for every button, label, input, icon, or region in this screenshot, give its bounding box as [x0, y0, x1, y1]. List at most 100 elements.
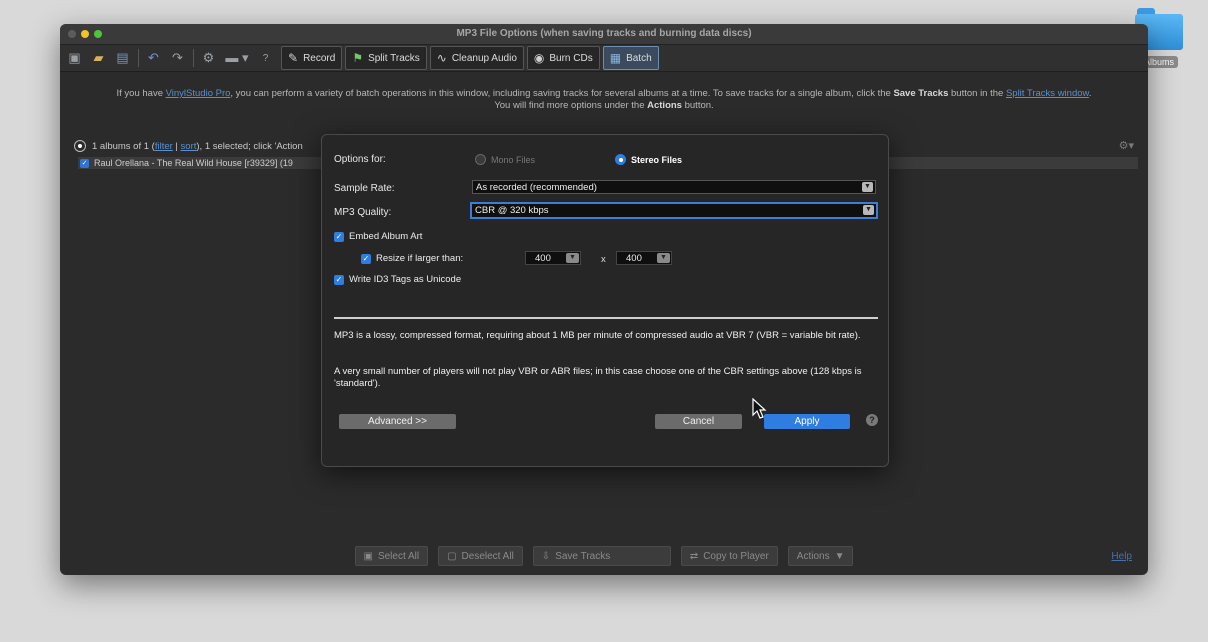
- resize-width-select[interactable]: 400 ▼: [525, 251, 581, 265]
- banner-bold-actions: Actions: [647, 100, 682, 111]
- apply-button[interactable]: Apply: [764, 414, 850, 429]
- stereo-files-label: Stereo Files: [631, 154, 683, 165]
- record-icon: ✎: [288, 51, 299, 65]
- radio-dot: [475, 154, 486, 165]
- banner-text: You will find more options under the: [494, 100, 648, 111]
- split-tracks-icon: ⚑: [352, 51, 364, 65]
- banner-text: , you can perform a variety of batch ope…: [230, 88, 894, 99]
- tab-burn-cds-label: Burn CDs: [549, 52, 593, 64]
- albums-count-text: 1 albums of 1 (: [92, 140, 155, 152]
- undo-icon[interactable]: ↶: [145, 50, 162, 67]
- copy-to-player-button[interactable]: ⇄ Copy to Player: [680, 546, 778, 566]
- resize-width-value: 400: [535, 253, 551, 264]
- albums-sep: |: [172, 140, 181, 152]
- resize-height-select[interactable]: 400 ▼: [616, 251, 672, 265]
- deselect-all-icon: ▢: [447, 550, 457, 562]
- tab-cleanup-audio[interactable]: ∿ Cleanup Audio: [429, 46, 524, 70]
- advanced-button[interactable]: Advanced >>: [339, 414, 456, 429]
- open-icon[interactable]: ▣: [66, 50, 83, 67]
- gear-icon[interactable]: ⚙: [200, 50, 217, 67]
- banner-text: If you have: [116, 88, 166, 99]
- checkmark-icon: ✓: [334, 231, 344, 242]
- albums-header: 1 albums of 1 (filter | sort), 1 selecte…: [74, 140, 303, 152]
- title-bar: MP3 File Options (when saving tracks and…: [60, 24, 1148, 45]
- toolbar: ▣ ▰ ▤ ↶ ↷ ⚙ ▬ ▾ ? ✎ Record ⚑ Split Track…: [60, 45, 1148, 72]
- cd-icon: ◉: [533, 51, 545, 65]
- album-title: Raul Orellana - The Real Wild House [r39…: [94, 158, 293, 168]
- select-all-button[interactable]: ▣ Select All: [354, 546, 429, 566]
- resize-checkbox[interactable]: ✓ Resize if larger than:: [361, 253, 463, 264]
- albums-hint-text: ), 1 selected; click 'Action: [196, 140, 303, 152]
- tab-batch[interactable]: ▦ Batch: [602, 46, 659, 70]
- write-id3-unicode-label: Write ID3 Tags as Unicode: [349, 274, 462, 285]
- radio-dot: [615, 154, 626, 165]
- album-toggle-radio[interactable]: [74, 140, 86, 152]
- banner-bold-save-tracks: Save Tracks: [893, 88, 949, 99]
- info-banner: If you have VinylStudio Pro, you can per…: [60, 88, 1148, 112]
- help-icon[interactable]: ?: [866, 414, 878, 426]
- actions-label: Actions: [796, 550, 830, 562]
- split-tracks-window-link[interactable]: Split Tracks window: [1006, 88, 1089, 99]
- copy-to-player-label: Copy to Player: [703, 550, 769, 562]
- tab-batch-label: Batch: [626, 52, 652, 64]
- redo-icon[interactable]: ↷: [169, 50, 186, 67]
- vinylstudio-pro-link[interactable]: VinylStudio Pro: [166, 88, 231, 99]
- actions-button[interactable]: Actions ▼: [787, 546, 854, 566]
- chevron-down-icon: ▼: [863, 205, 874, 215]
- checkmark-icon: ✓: [361, 253, 371, 264]
- mouse-cursor-icon: [752, 398, 767, 419]
- chevron-down-icon: ▼: [834, 550, 845, 562]
- cancel-button[interactable]: Cancel: [655, 414, 742, 429]
- help-icon[interactable]: ?: [257, 50, 274, 67]
- tab-cleanup-audio-label: Cleanup Audio: [451, 52, 517, 64]
- embed-album-art-label: Embed Album Art: [349, 231, 423, 242]
- save-tracks-label: Save Tracks: [555, 550, 611, 562]
- save-icon[interactable]: ▤: [114, 50, 131, 67]
- bottom-bar: ▣ Select All ▢ Deselect All ⇩ Save Track…: [60, 537, 1148, 575]
- save-tracks-button[interactable]: ⇩ Save Tracks: [532, 546, 671, 566]
- dialog-divider: [334, 317, 878, 319]
- mono-files-label: Mono Files: [491, 154, 536, 165]
- batch-icon: ▦: [609, 51, 622, 65]
- resize-label: Resize if larger than:: [376, 253, 464, 264]
- stereo-files-radio[interactable]: Stereo Files: [615, 154, 682, 165]
- mp3-quality-value: CBR @ 320 kbps: [475, 205, 549, 216]
- compatibility-note: A very small number of players will not …: [334, 366, 862, 389]
- banner-text: .: [1088, 88, 1092, 99]
- tab-record[interactable]: ✎ Record: [281, 46, 343, 70]
- cleanup-audio-icon: ∿: [436, 51, 447, 65]
- select-all-icon: ▣: [363, 550, 373, 562]
- tab-split-tracks[interactable]: ⚑ Split Tracks: [345, 46, 427, 70]
- chevron-down-icon: ▼: [566, 253, 579, 263]
- checkmark-icon: ✓: [334, 274, 344, 285]
- mp3-quality-label: MP3 Quality:: [334, 207, 392, 218]
- options-for-label: Options for:: [334, 154, 386, 165]
- sample-rate-value: As recorded (recommended): [476, 182, 597, 193]
- folder-open-icon[interactable]: ▰: [90, 50, 107, 67]
- copy-to-player-icon: ⇄: [689, 550, 699, 562]
- folder-icon[interactable]: ▬ ▾: [224, 50, 250, 67]
- resize-times-label: x: [601, 254, 606, 265]
- mono-files-radio[interactable]: Mono Files: [475, 154, 535, 165]
- chevron-down-icon: ▼: [862, 182, 873, 192]
- embed-album-art-checkbox[interactable]: ✓ Embed Album Art: [334, 231, 422, 242]
- mp3-options-dialog: Options for: Mono Files Stereo Files Sam…: [321, 134, 889, 467]
- banner-text: button in the: [948, 88, 1006, 99]
- sample-rate-select[interactable]: As recorded (recommended) ▼: [472, 180, 876, 194]
- album-checkbox[interactable]: ✓: [80, 158, 89, 168]
- banner-text: button.: [681, 100, 714, 111]
- write-id3-unicode-checkbox[interactable]: ✓ Write ID3 Tags as Unicode: [334, 274, 461, 285]
- deselect-all-button[interactable]: ▢ Deselect All: [438, 546, 523, 566]
- tab-record-label: Record: [303, 52, 336, 64]
- sort-link[interactable]: sort: [181, 141, 197, 152]
- mp3-quality-select[interactable]: CBR @ 320 kbps ▼: [470, 202, 878, 219]
- help-link[interactable]: Help: [1111, 551, 1132, 562]
- format-description: MP3 is a lossy, compressed format, requi…: [334, 330, 861, 341]
- window-title: MP3 File Options (when saving tracks and…: [456, 28, 752, 39]
- tab-split-tracks-label: Split Tracks: [368, 52, 420, 64]
- tab-burn-cds[interactable]: ◉ Burn CDs: [526, 46, 600, 70]
- list-options-gear-icon[interactable]: ⚙▾: [1119, 139, 1134, 152]
- deselect-all-label: Deselect All: [461, 550, 514, 562]
- chevron-down-icon: ▼: [657, 253, 670, 263]
- filter-link[interactable]: filter: [155, 141, 173, 152]
